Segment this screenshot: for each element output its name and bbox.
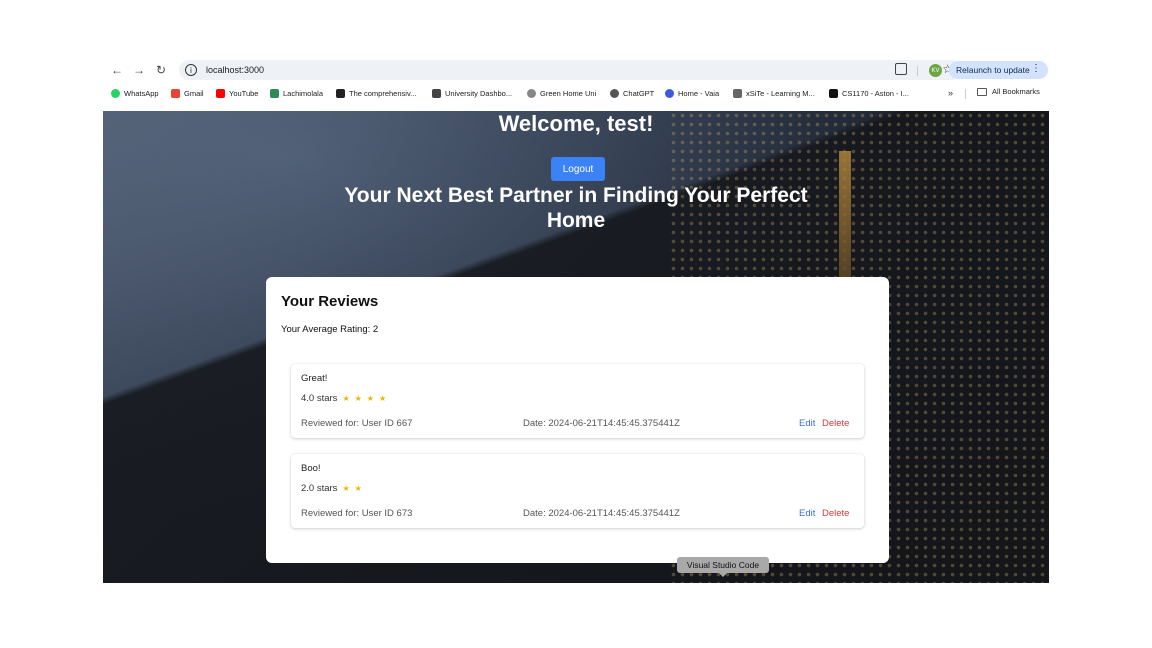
toolbar-divider <box>917 66 918 76</box>
bookmark-gmail[interactable]: Gmail <box>171 87 204 99</box>
bookmark-label: Green Home Uni <box>540 88 597 98</box>
welcome-heading: Welcome, test! <box>498 111 654 136</box>
review-date: Date: 2024-06-21T14:45:45.375441Z <box>523 508 680 519</box>
globe-icon <box>527 88 536 98</box>
average-rating: Your Average Rating: 2 <box>281 324 379 335</box>
star-icon: ★ <box>342 484 350 493</box>
bookmark-comprehensive[interactable]: The comprehensiv... <box>336 87 416 99</box>
bookmark-xsite[interactable]: xSiTe - Learning M... <box>733 87 815 99</box>
reload-icon[interactable]: ↻ <box>153 62 169 78</box>
bookmarks-divider <box>965 89 966 99</box>
bookmark-label: Home - Vaia <box>678 88 720 98</box>
review-item: Boo! 2.0 stars ★ ★ Reviewed for: User ID… <box>291 454 864 528</box>
more-bookmarks-icon[interactable]: » <box>948 88 953 98</box>
bookmark-label: Gmail <box>184 88 204 98</box>
tooltip-pointer <box>719 573 727 577</box>
delete-button[interactable]: Delete <box>822 508 849 519</box>
dashboard-icon <box>432 88 441 98</box>
bookmark-whatsapp[interactable]: WhatsApp <box>111 87 159 99</box>
reviews-title: Your Reviews <box>281 293 379 310</box>
bookmarks-bar: WhatsApp Gmail YouTube Lachimolala The c… <box>103 83 1049 103</box>
rating-label: 2.0 stars <box>301 483 338 494</box>
cs1170-icon <box>829 88 838 98</box>
star-icon: ★ <box>366 394 374 403</box>
background-pillar <box>839 151 851 291</box>
bookmark-home-vaia[interactable]: Home - Vaia <box>665 87 719 99</box>
omnibox[interactable]: i localhost:3000 ☆ <box>179 60 961 80</box>
menu-dots-icon[interactable]: ⋮ <box>1031 63 1041 74</box>
relaunch-button[interactable]: Relaunch to update ⋮ <box>949 61 1048 79</box>
bookmark-university-dashboard[interactable]: University Dashbo... <box>432 87 512 99</box>
bookmark-label: WhatsApp <box>124 88 159 98</box>
profile-avatar[interactable]: KV <box>929 64 942 77</box>
bookmark-label: xSiTe - Learning M... <box>746 88 815 98</box>
star-icon: ★ <box>342 394 350 403</box>
edit-button[interactable]: Edit <box>799 418 815 429</box>
whatsapp-icon <box>111 88 120 98</box>
gmail-icon <box>171 88 180 98</box>
star-icon: ★ <box>354 394 362 403</box>
folder-icon <box>977 87 987 96</box>
extensions-icon[interactable] <box>895 63 907 75</box>
all-bookmarks-button[interactable]: All Bookmarks <box>977 87 1040 96</box>
back-arrow-icon[interactable]: ← <box>109 62 125 78</box>
reviews-card: Your Reviews Your Average Rating: 2 Grea… <box>266 277 889 563</box>
dock-tooltip: Visual Studio Code <box>677 557 769 573</box>
url-text[interactable]: localhost:3000 <box>206 65 264 75</box>
review-date: Date: 2024-06-21T14:45:45.375441Z <box>523 418 680 429</box>
bookmark-chatgpt[interactable]: ChatGPT <box>610 87 654 99</box>
hero-heading: Your Next Best Partner in Finding Your P… <box>344 184 808 232</box>
bookmark-label: The comprehensiv... <box>349 88 417 98</box>
site-icon <box>336 88 345 98</box>
bookmark-label: ChatGPT <box>623 88 655 98</box>
reviewed-for: Reviewed for: User ID 667 <box>301 418 413 429</box>
site-info-icon[interactable]: i <box>185 64 197 76</box>
leaf-icon <box>270 88 279 98</box>
review-item: Great! 4.0 stars ★ ★ ★ ★ Reviewed for: U… <box>291 364 864 438</box>
bookmark-youtube[interactable]: YouTube <box>216 87 258 99</box>
review-rating: 4.0 stars ★ ★ ★ ★ <box>301 393 386 404</box>
bookmark-label: YouTube <box>229 88 259 98</box>
relaunch-label: Relaunch to update <box>956 65 1030 75</box>
reviewed-for: Reviewed for: User ID 673 <box>301 508 413 519</box>
bookmark-label: Lachimolala <box>283 88 324 98</box>
review-rating: 2.0 stars ★ ★ <box>301 483 362 494</box>
bookmark-label: CS1170 - Aston - I... <box>842 88 909 98</box>
star-icon: ★ <box>378 394 387 403</box>
address-bar-row: ← → ↻ i localhost:3000 ☆ KV Relaunch to … <box>103 58 1049 82</box>
delete-button[interactable]: Delete <box>822 418 849 429</box>
chatgpt-icon <box>610 88 619 98</box>
review-text: Boo! <box>301 463 321 474</box>
page-content: Welcome, test! Logout Your Next Best Par… <box>103 111 1049 583</box>
bookmark-lachimolala[interactable]: Lachimolala <box>270 87 323 99</box>
rating-label: 4.0 stars <box>301 393 338 404</box>
all-bookmarks-label: All Bookmarks <box>992 87 1040 96</box>
youtube-icon <box>216 88 225 98</box>
bookmark-green-home-uni[interactable]: Green Home Uni <box>527 87 596 99</box>
star-icon: ★ <box>354 484 362 493</box>
forward-arrow-icon[interactable]: → <box>131 62 147 78</box>
xsite-icon <box>733 88 742 98</box>
review-text: Great! <box>301 373 328 384</box>
edit-button[interactable]: Edit <box>799 508 815 519</box>
vaia-icon <box>665 88 674 98</box>
browser-window: ← → ↻ i localhost:3000 ☆ KV Relaunch to … <box>103 58 1049 583</box>
bookmark-label: University Dashbo... <box>445 88 513 98</box>
logout-button[interactable]: Logout <box>551 157 605 181</box>
bookmark-cs1170[interactable]: CS1170 - Aston - I... <box>829 87 909 99</box>
